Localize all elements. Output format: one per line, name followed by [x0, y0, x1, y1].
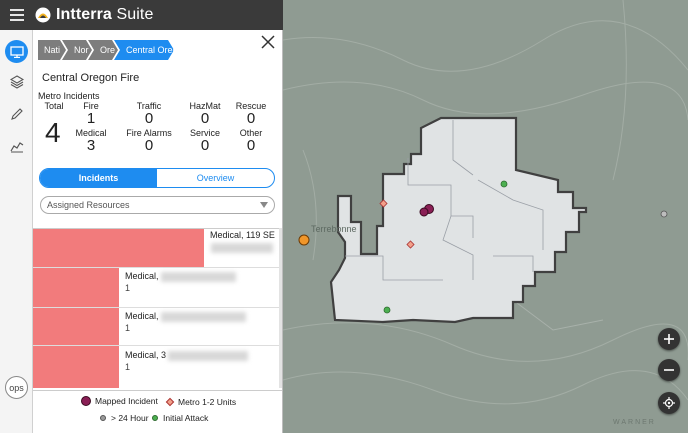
tool-rail: ops — [0, 30, 33, 433]
crosshair-icon — [663, 397, 675, 409]
stat-fire-alarms: Fire Alarms 0 — [126, 128, 172, 154]
map-label-warner: WARNER — [613, 419, 656, 426]
incident-panel: Nati Nor Ore Central Oreg Central Oregon… — [33, 30, 283, 433]
map-legend: Mapped Incident Metro 1-2 Units > 24 Hou… — [33, 390, 282, 433]
incident-list: Medical, 119 SE Medical, 1 Medical, 1 Me… — [33, 228, 279, 388]
tab-overview[interactable]: Overview — [157, 169, 274, 187]
incident-type-bar — [33, 308, 119, 346]
mapped-incident-icon — [81, 396, 91, 406]
chart-icon[interactable] — [5, 134, 28, 157]
green-dot-icon — [152, 415, 158, 421]
agency-title: Central Oregon Fire — [42, 72, 140, 84]
breadcrumb-oregon[interactable]: Ore — [88, 40, 118, 60]
view-toggle: Incidents Overview — [39, 168, 275, 188]
incident-unit-count: 1 — [125, 283, 131, 293]
incident-type-bar — [33, 229, 204, 267]
legend-mapped-incident: Mapped Incident — [81, 396, 158, 406]
locate-button[interactable] — [658, 392, 680, 414]
stat-service: Service 0 — [189, 128, 220, 154]
breadcrumb-northwest[interactable]: Nor — [62, 40, 92, 60]
close-icon[interactable] — [260, 34, 276, 50]
app-header: Intterra Suite — [0, 0, 283, 30]
legend-metro-units: Metro 1-2 Units — [165, 397, 236, 407]
initial-attack-marker[interactable] — [500, 180, 508, 188]
stat-total-value: 4 — [45, 117, 61, 148]
resource-filter-value: Assigned Resources — [47, 200, 130, 210]
layers-icon[interactable] — [5, 70, 28, 93]
initial-attack-marker[interactable] — [383, 306, 391, 314]
incident-row[interactable]: Medical, 119 SE — [33, 229, 279, 267]
zoom-out-button[interactable] — [658, 359, 680, 381]
resource-filter-select[interactable]: Assigned Resources — [40, 196, 275, 214]
incident-title: Medical, 119 SE — [210, 230, 275, 240]
stat-other: Other 0 — [239, 128, 263, 154]
redacted-address — [211, 243, 273, 253]
minus-icon — [664, 369, 674, 371]
district-boundary[interactable] — [329, 116, 588, 324]
incident-marker-orange[interactable] — [298, 234, 310, 246]
incident-row[interactable]: Medical, 1 — [33, 307, 279, 346]
app-title: Intterra Suite — [56, 6, 154, 23]
mapped-incident-marker[interactable] — [419, 207, 429, 217]
zoom-in-button[interactable] — [658, 328, 680, 350]
grey-dot-icon — [100, 415, 106, 421]
breadcrumb-central-oregon[interactable]: Central Oreg — [114, 40, 174, 60]
chevron-down-icon — [260, 202, 268, 208]
stat-traffic: Traffic 0 — [136, 101, 162, 127]
intterra-logo-icon — [35, 7, 51, 23]
diamond-icon — [165, 397, 175, 407]
incident-type-bar — [33, 268, 119, 308]
menu-icon[interactable] — [0, 0, 34, 30]
tab-incidents[interactable]: Incidents — [40, 169, 157, 187]
ops-button[interactable]: ops — [5, 376, 28, 399]
map-view[interactable]: Terrebonne WARNER — [283, 0, 688, 433]
stat-rescue: Rescue 0 — [235, 101, 267, 127]
stat-fire: Fire 1 — [83, 101, 99, 127]
incident-unit-count: 1 — [125, 362, 131, 372]
metro-incidents-label: Metro Incidents — [38, 91, 100, 101]
legend-24-hour: > 24 Hour — [100, 413, 149, 423]
incident-title: Medical, — [125, 271, 236, 282]
breadcrumb-national[interactable]: Nati — [38, 40, 66, 60]
map-label-terrebonne: Terrebonne — [311, 224, 357, 234]
incident-type-bar — [33, 346, 119, 388]
stat-hazmat: HazMat 0 — [189, 101, 221, 127]
incident-title: Medical, 3 — [125, 350, 249, 361]
incident-row[interactable]: Medical, 3 1 — [33, 345, 279, 388]
stat-medical: Medical 3 — [75, 128, 107, 154]
incident-row[interactable]: Medical, 1 — [33, 267, 279, 308]
map-canvas: Terrebonne WARNER — [283, 0, 688, 426]
presentation-icon[interactable] — [5, 40, 28, 63]
over-24-hour-marker[interactable] — [660, 210, 668, 218]
incident-unit-count: 1 — [125, 323, 131, 333]
plus-icon — [664, 334, 674, 344]
pencil-icon[interactable] — [5, 102, 28, 125]
incident-title: Medical, — [125, 311, 246, 322]
stat-total: Total — [44, 101, 64, 111]
breadcrumb: Nati Nor Ore Central Oreg — [38, 40, 170, 60]
legend-initial-attack: Initial Attack — [152, 413, 208, 423]
